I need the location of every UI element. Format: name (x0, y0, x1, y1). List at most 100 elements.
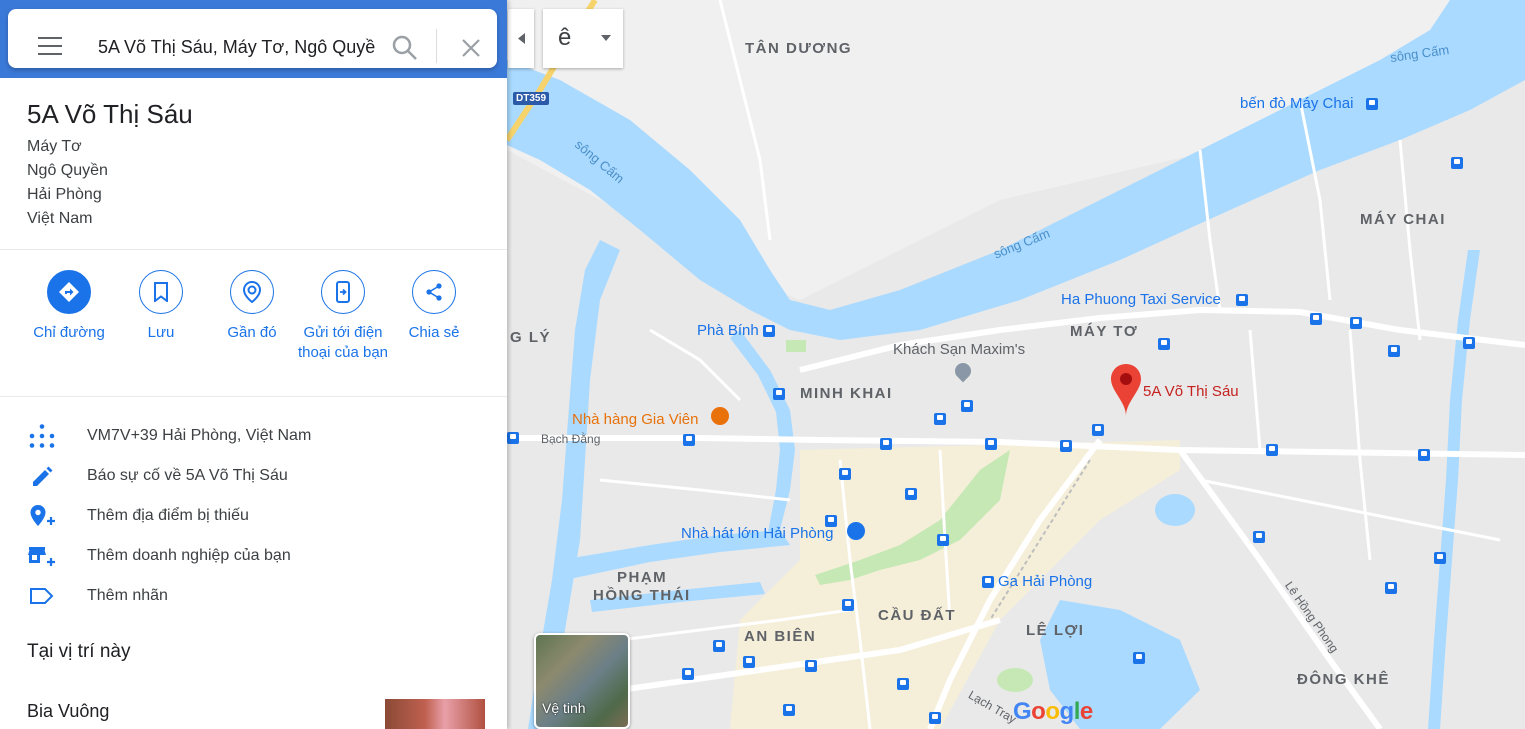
district-label-may-to: MÁY TƠ (1070, 323, 1139, 340)
plus-code-icon (29, 424, 55, 448)
place-panel: 5A Võ Thị Sáu Máy Tơ Ngô Quyền Hải Phòng… (0, 0, 507, 729)
bus-stop-icon (507, 432, 519, 444)
search-input[interactable] (96, 31, 380, 63)
bus-stop-icon (1463, 337, 1475, 349)
bus-stop-icon (1310, 313, 1322, 325)
divider (0, 396, 507, 397)
directions-button[interactable]: Chỉ đường (19, 270, 119, 343)
bus-stop-icon (929, 712, 941, 724)
bus-stop-icon (1060, 440, 1072, 452)
train-icon (982, 576, 994, 588)
bus-stop-icon (773, 388, 785, 400)
plus-code-text: VM7V+39 Hải Phòng, Việt Nam (87, 427, 312, 444)
district-label-g-ly: G LÝ (510, 329, 552, 346)
add-missing-place-text: Thêm địa điểm bị thiếu (87, 507, 249, 524)
search-divider (436, 29, 437, 63)
bus-stop-icon (783, 704, 795, 716)
bus-stop-icon (683, 434, 695, 446)
poi-pha-binh[interactable]: Phà Bính (697, 322, 759, 339)
search-icon[interactable] (392, 35, 418, 61)
close-icon[interactable] (458, 35, 484, 61)
poi-nha-hat-lon[interactable]: Nhà hát lớn Hải Phòng (681, 525, 833, 542)
district-label-cau-dat: CẦU ĐẤT (878, 607, 956, 624)
bus-stop-icon (985, 438, 997, 450)
poi-ga-hai-phong[interactable]: Ga Hải Phòng (998, 573, 1092, 590)
send-to-phone-label: Gửi tới điện thoại của bạn (297, 324, 389, 361)
nearby-button[interactable]: Gần đó (202, 270, 302, 343)
road-label-bach-dang: Bạch Đằng (541, 432, 601, 446)
poi-nha-hang-gia-vien[interactable]: Nhà hàng Gia Viên (572, 411, 698, 428)
search-box (8, 9, 497, 68)
district-label-dong-khe: ĐÔNG KHÊ (1297, 671, 1390, 688)
directions-label: Chỉ đường (33, 324, 105, 341)
poi-khach-san-maxims[interactable]: Khách Sạn Maxim's (893, 341, 1025, 358)
poi-ben-do-may-chai[interactable]: bến đò Máy Chai (1240, 95, 1353, 112)
report-issue-text: Báo sự cố về 5A Võ Thị Sáu (87, 467, 288, 484)
bus-stop-icon (897, 678, 909, 690)
bus-stop-icon (934, 413, 946, 425)
bus-stop-icon (1385, 582, 1397, 594)
address-line: Ngô Quyền (27, 162, 108, 179)
bus-stop-icon (1266, 444, 1278, 456)
bus-stop-icon (905, 488, 917, 500)
district-label-pham: PHẠM (617, 569, 668, 586)
bus-stop-icon (1388, 345, 1400, 357)
add-business-row[interactable]: Thêm doanh nghiệp của bạn (0, 536, 507, 576)
add-business-icon (28, 547, 55, 566)
share-icon (412, 270, 456, 314)
bus-stop-icon (1350, 317, 1362, 329)
district-label-an-bien: AN BIÊN (744, 628, 817, 645)
add-business-text: Thêm doanh nghiệp của bạn (87, 547, 291, 564)
address-line: Máy Tơ (27, 138, 82, 155)
bus-stop-icon (713, 640, 725, 652)
input-tools-button[interactable] (543, 9, 623, 68)
address-line: Việt Nam (27, 210, 93, 227)
restaurant-icon (711, 407, 729, 425)
poi-ha-phuong-taxi[interactable]: Ha Phuong Taxi Service (1061, 291, 1221, 308)
bus-stop-icon (961, 400, 973, 412)
satellite-label: Vệ tinh (542, 700, 586, 716)
menu-icon[interactable] (38, 37, 62, 55)
add-missing-place-row[interactable]: Thêm địa điểm bị thiếu (0, 496, 507, 536)
add-label-text: Thêm nhãn (87, 587, 168, 604)
nearby-item-title[interactable]: Bia Vuông (27, 701, 109, 722)
bus-stop-icon (825, 515, 837, 527)
district-label-may-chai: MÁY CHAI (1360, 211, 1446, 228)
bus-stop-icon (682, 668, 694, 680)
bus-stop-icon (1092, 424, 1104, 436)
district-label-le-loi: LÊ LỢI (1026, 622, 1085, 639)
district-label-tan-duong: TÂN DƯƠNG (745, 40, 853, 57)
section-title: Tại vị trí này (27, 641, 131, 662)
address-line: Hải Phòng (27, 186, 102, 203)
ferry-icon (1366, 98, 1378, 110)
taxi-icon (1236, 294, 1248, 306)
place-title: 5A Võ Thị Sáu (27, 99, 193, 129)
district-label-minh-khai: MINH KHAI (800, 385, 893, 402)
nearby-item-thumbnail[interactable] (385, 699, 485, 729)
divider (0, 249, 507, 250)
location-pin-icon[interactable] (1110, 364, 1142, 416)
bus-stop-icon (937, 534, 949, 546)
send-to-phone-button[interactable]: Gửi tới điện thoại của bạn (293, 270, 393, 363)
share-label: Chia sẻ (408, 324, 460, 341)
add-label-row[interactable]: Thêm nhãn (0, 576, 507, 616)
bus-stop-icon (805, 660, 817, 672)
ferry-icon (763, 325, 775, 337)
bus-stop-icon (1253, 531, 1265, 543)
send-to-phone-icon (321, 270, 365, 314)
label-icon (30, 588, 54, 604)
nearby-label: Gần đó (227, 324, 277, 341)
caret-left-icon (518, 33, 525, 44)
collapse-panel-button[interactable] (508, 9, 534, 68)
save-button[interactable]: Lưu (111, 270, 211, 343)
share-button[interactable]: Chia sẻ (384, 270, 484, 343)
bus-stop-icon (839, 468, 851, 480)
report-issue-row[interactable]: Báo sự cố về 5A Võ Thị Sáu (0, 456, 507, 496)
directions-icon (47, 270, 91, 314)
plus-code-row[interactable]: VM7V+39 Hải Phòng, Việt Nam (0, 416, 507, 456)
edit-icon (33, 466, 53, 486)
bus-stop-icon (1434, 552, 1446, 564)
theater-icon (847, 522, 865, 540)
google-logo: Google (1013, 698, 1093, 725)
bus-stop-icon (1158, 338, 1170, 350)
